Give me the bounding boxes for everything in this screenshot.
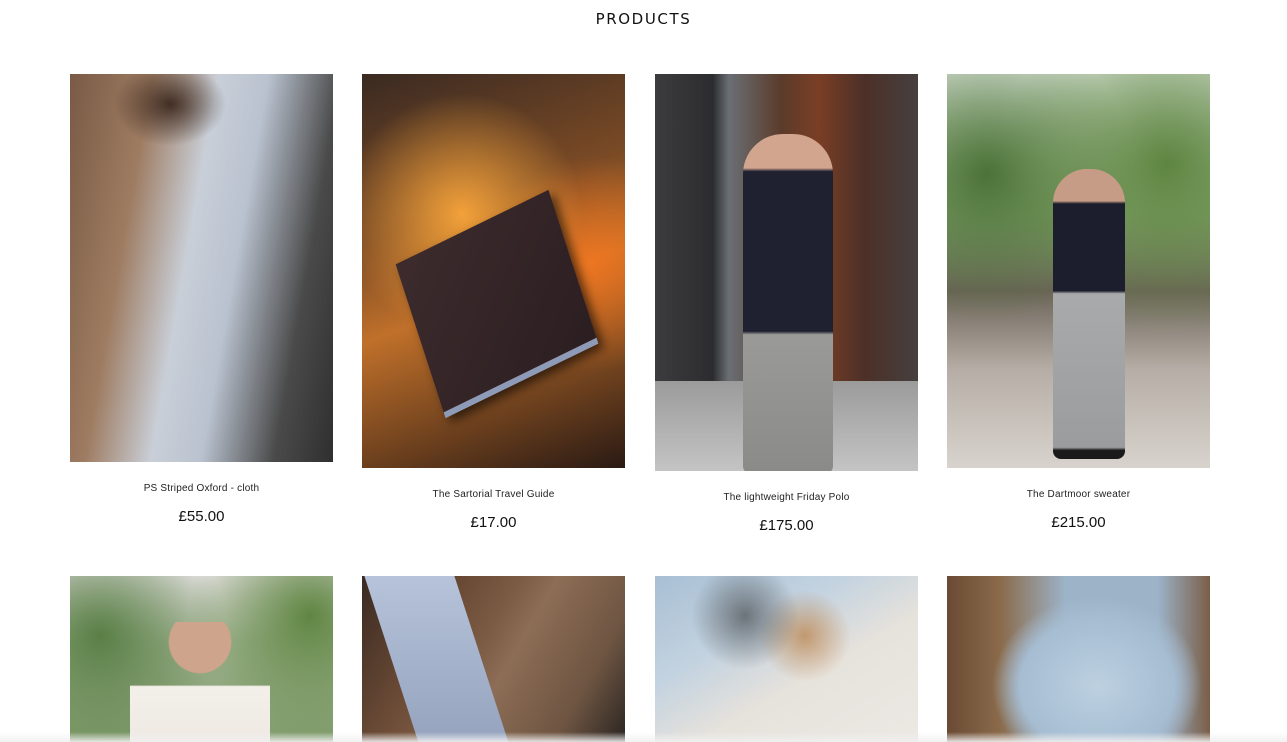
product-price: £55.00 bbox=[178, 508, 225, 525]
product-image[interactable] bbox=[655, 74, 918, 471]
product-image[interactable] bbox=[70, 74, 333, 462]
person-figure bbox=[130, 622, 270, 742]
person-figure bbox=[743, 134, 833, 471]
product-price: £215.00 bbox=[1051, 514, 1106, 531]
product-price: £17.00 bbox=[470, 514, 517, 531]
product-image[interactable] bbox=[362, 74, 625, 468]
product-price: £175.00 bbox=[759, 517, 814, 534]
product-image[interactable] bbox=[947, 576, 1210, 742]
product-image[interactable] bbox=[70, 576, 333, 742]
product-image[interactable] bbox=[655, 576, 918, 742]
product-image[interactable] bbox=[947, 74, 1210, 468]
person-figure bbox=[1053, 169, 1125, 459]
shirt-collar-graphic bbox=[364, 576, 510, 742]
product-name[interactable]: The Sartorial Travel Guide bbox=[362, 489, 625, 500]
product-image[interactable] bbox=[362, 576, 625, 742]
product-name[interactable]: The lightweight Friday Polo bbox=[655, 492, 918, 503]
product-name[interactable]: PS Striped Oxford - cloth bbox=[70, 483, 333, 494]
book-graphic bbox=[395, 189, 599, 419]
bottom-edge-shadow bbox=[0, 732, 1287, 742]
product-name[interactable]: The Dartmoor sweater bbox=[947, 489, 1210, 500]
page-title: PRODUCTS bbox=[595, 10, 692, 28]
